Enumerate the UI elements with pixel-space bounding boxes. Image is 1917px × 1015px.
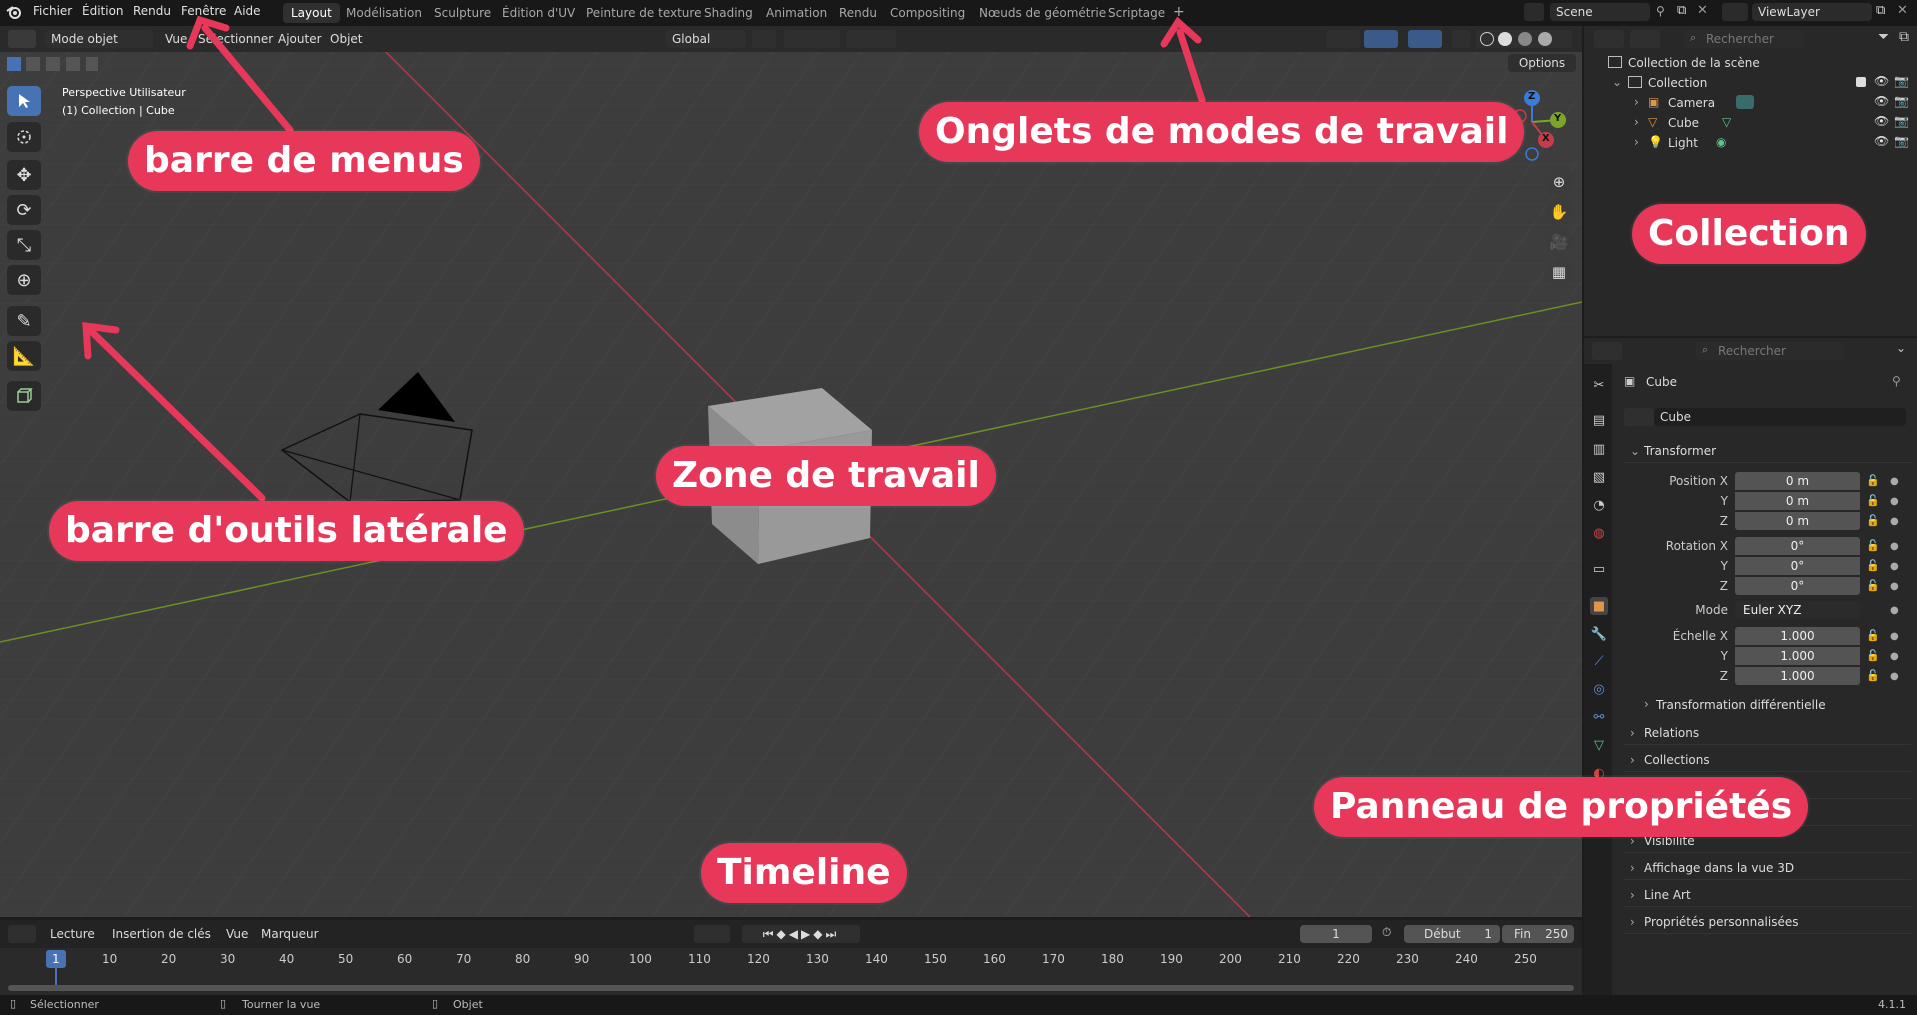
annotation-properties: Panneau de propriétés: [1314, 777, 1809, 837]
annotation-sidebar: barre d'outils latérale: [49, 501, 524, 561]
annotation-workspaces: Onglets de modes de travail: [919, 102, 1525, 162]
annotation-timeline: Timeline: [701, 843, 907, 903]
annotation-collection: Collection: [1632, 204, 1866, 264]
arrow-menubar: [201, 24, 294, 134]
annotation-menubar: barre de menus: [128, 131, 480, 191]
annotation-workarea: Zone de travail: [656, 446, 996, 506]
